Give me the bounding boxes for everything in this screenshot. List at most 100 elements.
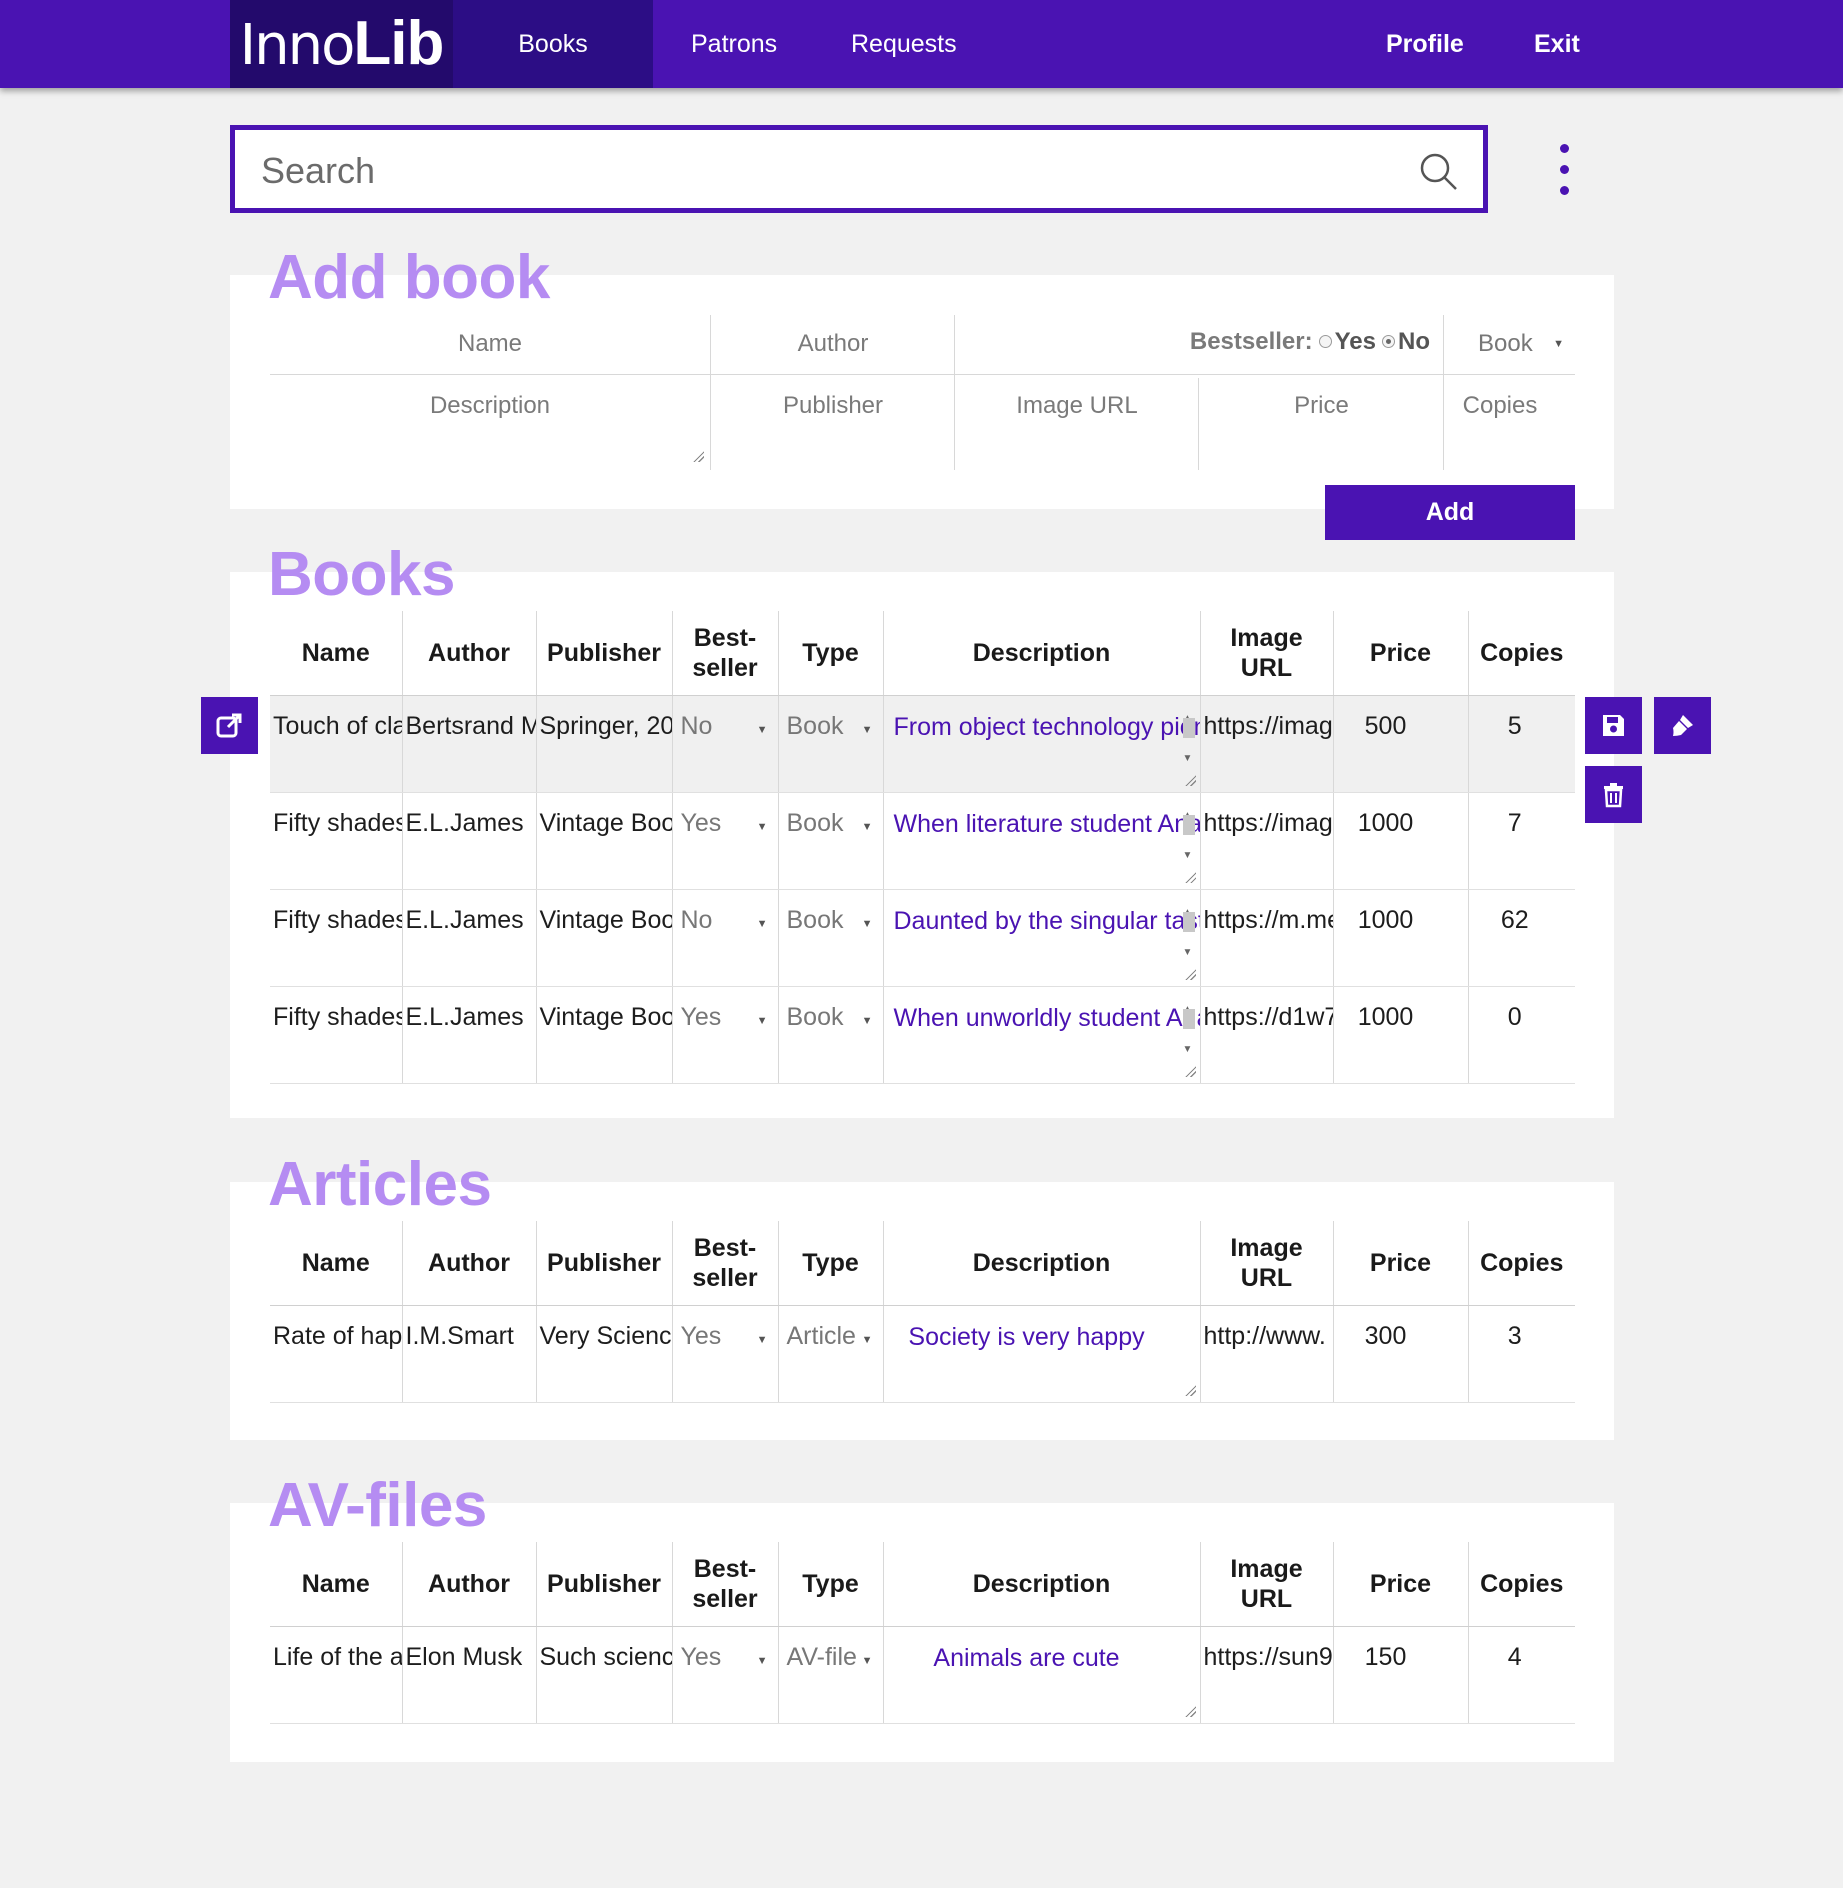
col-name[interactable]: Name — [270, 611, 402, 696]
publisher-cell[interactable]: Such science — [535, 1626, 672, 1724]
publisher-field[interactable]: Publisher — [712, 392, 954, 420]
scroll-thumb[interactable] — [1182, 814, 1195, 835]
more-options-icon[interactable] — [1550, 140, 1582, 200]
author-cell[interactable]: E.L.James — [401, 792, 536, 890]
publisher-cell[interactable]: Springer, 2009 — [535, 695, 672, 793]
col-bestseller[interactable]: Best-seller — [671, 611, 778, 696]
col-price[interactable]: Price — [1332, 1542, 1468, 1627]
scroll-down-icon[interactable]: ▼ — [1183, 938, 1193, 968]
col-description[interactable]: Description — [882, 1221, 1200, 1306]
col-type[interactable]: Type — [777, 1221, 883, 1306]
scroll-thumb[interactable] — [1182, 911, 1195, 932]
col-copies[interactable]: Copies — [1467, 1542, 1575, 1627]
save-button[interactable] — [1585, 697, 1642, 754]
author-cell[interactable]: E.L.James — [401, 889, 536, 987]
price-cell[interactable]: 1000 — [1332, 889, 1468, 987]
table-row[interactable]: Life of the animalsElon Musk Such science… — [270, 1626, 1575, 1724]
resize-handle-icon[interactable] — [1183, 1383, 1196, 1396]
col-name[interactable]: Name — [270, 1542, 402, 1627]
col-author[interactable]: Author — [401, 1542, 536, 1627]
col-publisher[interactable]: Publisher — [535, 611, 672, 696]
col-author[interactable]: Author — [401, 611, 536, 696]
publisher-cell[interactable]: Very Science — [535, 1305, 672, 1403]
price-cell[interactable]: 500 — [1332, 695, 1468, 793]
copies-field[interactable]: Copies — [1445, 392, 1555, 420]
resize-handle-icon[interactable] — [1183, 1064, 1196, 1077]
name-cell[interactable]: Touch of class — [270, 695, 402, 793]
resize-handle-icon[interactable] — [692, 450, 704, 462]
add-button[interactable]: Add — [1325, 485, 1575, 540]
open-item-button[interactable] — [201, 697, 258, 754]
scroll-down-icon[interactable]: ▼ — [1183, 744, 1193, 774]
col-copies[interactable]: Copies — [1467, 1221, 1575, 1306]
scroll-down-icon[interactable]: ▼ — [1183, 1035, 1193, 1065]
resize-handle-icon[interactable] — [1183, 870, 1196, 883]
col-description[interactable]: Description — [882, 1542, 1200, 1627]
name-cell[interactable]: Fifty shades of grey — [270, 792, 402, 890]
author-cell[interactable]: E.L.James — [401, 986, 536, 1084]
publisher-cell[interactable]: Vintage Books — [535, 792, 672, 890]
author-cell[interactable]: I.M.Smart — [401, 1305, 536, 1403]
col-price[interactable]: Price — [1332, 611, 1468, 696]
author-cell[interactable]: Elon Musk — [401, 1626, 536, 1724]
scroll-down-icon[interactable]: ▼ — [1183, 841, 1193, 871]
table-row[interactable]: Fifty shades of greyE.L.James Vintage Boo… — [270, 792, 1575, 890]
bestseller-select[interactable]: Yes ▼ — [671, 792, 778, 890]
col-price[interactable]: Price — [1332, 1221, 1468, 1306]
scroll-thumb[interactable] — [1182, 1008, 1195, 1029]
author-cell[interactable]: Bertsrand Meyer — [401, 695, 536, 793]
description-textarea[interactable]: Animals are cute — [882, 1626, 1200, 1724]
col-name[interactable]: Name — [270, 1221, 402, 1306]
col-bestseller[interactable]: Best-seller — [671, 1221, 778, 1306]
bestseller-select[interactable]: Yes ▼ — [671, 986, 778, 1084]
name-cell[interactable]: Fifty shades freed — [270, 986, 402, 1084]
image-url-field[interactable]: Image URL — [956, 392, 1198, 420]
col-publisher[interactable]: Publisher — [535, 1221, 672, 1306]
description-field[interactable]: Description — [270, 392, 710, 468]
copies-cell[interactable]: 4 — [1467, 1626, 1575, 1724]
image-url-cell[interactable]: https://images — [1199, 695, 1333, 793]
type-select[interactable]: AV-file ▼ — [777, 1626, 883, 1724]
col-author[interactable]: Author — [401, 1221, 536, 1306]
price-field[interactable]: Price — [1200, 392, 1443, 420]
resize-handle-icon[interactable] — [1183, 1704, 1196, 1717]
type-select[interactable]: Article ▼ — [777, 1305, 883, 1403]
type-select[interactable]: Book ▼ — [1446, 330, 1576, 358]
col-type[interactable]: Type — [777, 1542, 883, 1627]
name-cell[interactable]: Fifty shades darker — [270, 889, 402, 987]
type-select[interactable]: Book ▼ — [777, 695, 883, 793]
nav-books[interactable]: Books — [453, 0, 653, 88]
description-textarea[interactable]: When literature student Anastasia Steele… — [882, 792, 1200, 890]
image-url-cell[interactable]: https://images — [1199, 792, 1333, 890]
nav-requests[interactable]: Requests — [851, 0, 957, 88]
copies-cell[interactable]: 5 — [1467, 695, 1575, 793]
copies-cell[interactable]: 3 — [1467, 1305, 1575, 1403]
type-select[interactable]: Book ▼ — [777, 889, 883, 987]
app-logo[interactable]: InnoLib — [230, 0, 453, 88]
price-cell[interactable]: 300 — [1332, 1305, 1468, 1403]
price-cell[interactable]: 1000 — [1332, 986, 1468, 1084]
bestseller-no-radio[interactable] — [1382, 334, 1395, 348]
table-row[interactable]: Rate of happinessI.M.Smart Very ScienceYe… — [270, 1305, 1575, 1403]
price-cell[interactable]: 1000 — [1332, 792, 1468, 890]
name-cell[interactable]: Rate of happiness — [270, 1305, 402, 1403]
name-field[interactable]: Name — [270, 330, 710, 358]
bestseller-select[interactable]: No ▼ — [671, 695, 778, 793]
image-url-cell[interactable]: https://sun9 — [1199, 1626, 1333, 1724]
copies-cell[interactable]: 62 — [1467, 889, 1575, 987]
table-row[interactable]: Fifty shades freedE.L.James Vintage Books… — [270, 986, 1575, 1084]
image-url-cell[interactable]: http://www. — [1199, 1305, 1333, 1403]
type-select[interactable]: Book ▼ — [777, 792, 883, 890]
publisher-cell[interactable]: Vintage Books — [535, 889, 672, 987]
col-description[interactable]: Description — [882, 611, 1200, 696]
bestseller-select[interactable]: Yes ▼ — [671, 1305, 778, 1403]
nav-profile[interactable]: Profile — [1386, 0, 1464, 88]
image-url-cell[interactable]: https://d1w7fb — [1199, 986, 1333, 1084]
delete-button[interactable] — [1585, 766, 1642, 823]
col-copies[interactable]: Copies — [1467, 611, 1575, 696]
col-image-url[interactable]: Image URL — [1199, 611, 1333, 696]
search-input[interactable] — [261, 148, 1361, 194]
bestseller-yes-radio[interactable] — [1318, 334, 1332, 348]
copies-cell[interactable]: 0 — [1467, 986, 1575, 1084]
type-select[interactable]: Book ▼ — [777, 986, 883, 1084]
